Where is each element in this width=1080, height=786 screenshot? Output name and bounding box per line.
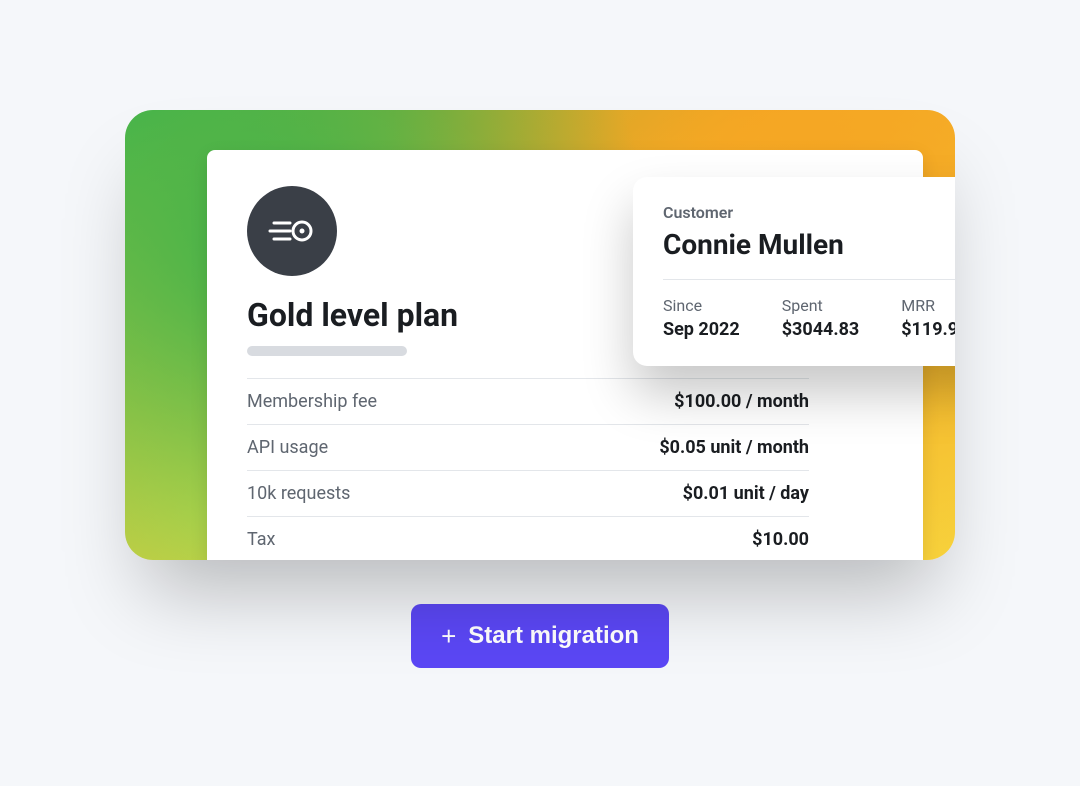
line-item: 10k requests $0.01 unit / day (247, 470, 809, 516)
plan-progress-bar (247, 346, 407, 356)
stat-since: Since Sep 2022 (663, 296, 740, 340)
line-item-label: Membership fee (247, 391, 377, 412)
stat-mrr: MRR $119.99 (901, 296, 955, 340)
customer-section-label: Customer (663, 203, 955, 222)
line-item-label: API usage (247, 437, 328, 458)
plan-line-items: Membership fee $100.00 / month API usage… (247, 378, 809, 560)
stat-value: $119.99 (901, 319, 955, 340)
customer-card: Customer Connie Mullen Since Sep 2022 Sp… (633, 177, 955, 366)
line-item-value: $0.01 unit / day (683, 483, 809, 504)
plus-icon: + (441, 623, 456, 649)
line-item: Tax $10.00 (247, 516, 809, 560)
line-item-value: $0.05 unit / month (659, 437, 809, 458)
line-item: API usage $0.05 unit / month (247, 424, 809, 470)
stat-label: Since (663, 296, 740, 315)
customer-stats: Since Sep 2022 Spent $3044.83 MRR $119.9… (663, 296, 955, 340)
stat-label: MRR (901, 296, 955, 315)
line-item-value: $100.00 / month (674, 391, 809, 412)
hero-card: Gold level plan Membership fee $100.00 /… (125, 110, 955, 560)
customer-name: Connie Mullen (663, 228, 955, 261)
line-item-label: 10k requests (247, 483, 350, 504)
cta-label: Start migration (468, 622, 639, 650)
plan-speed-icon (247, 186, 337, 276)
divider (663, 279, 955, 280)
line-item-value: $10.00 (752, 529, 809, 550)
line-item: Membership fee $100.00 / month (247, 378, 809, 424)
stat-value: Sep 2022 (663, 319, 740, 340)
stat-label: Spent (782, 296, 860, 315)
start-migration-button[interactable]: + Start migration (411, 604, 669, 668)
stat-spent: Spent $3044.83 (782, 296, 860, 340)
line-item-label: Tax (247, 529, 275, 550)
stat-value: $3044.83 (782, 319, 860, 340)
